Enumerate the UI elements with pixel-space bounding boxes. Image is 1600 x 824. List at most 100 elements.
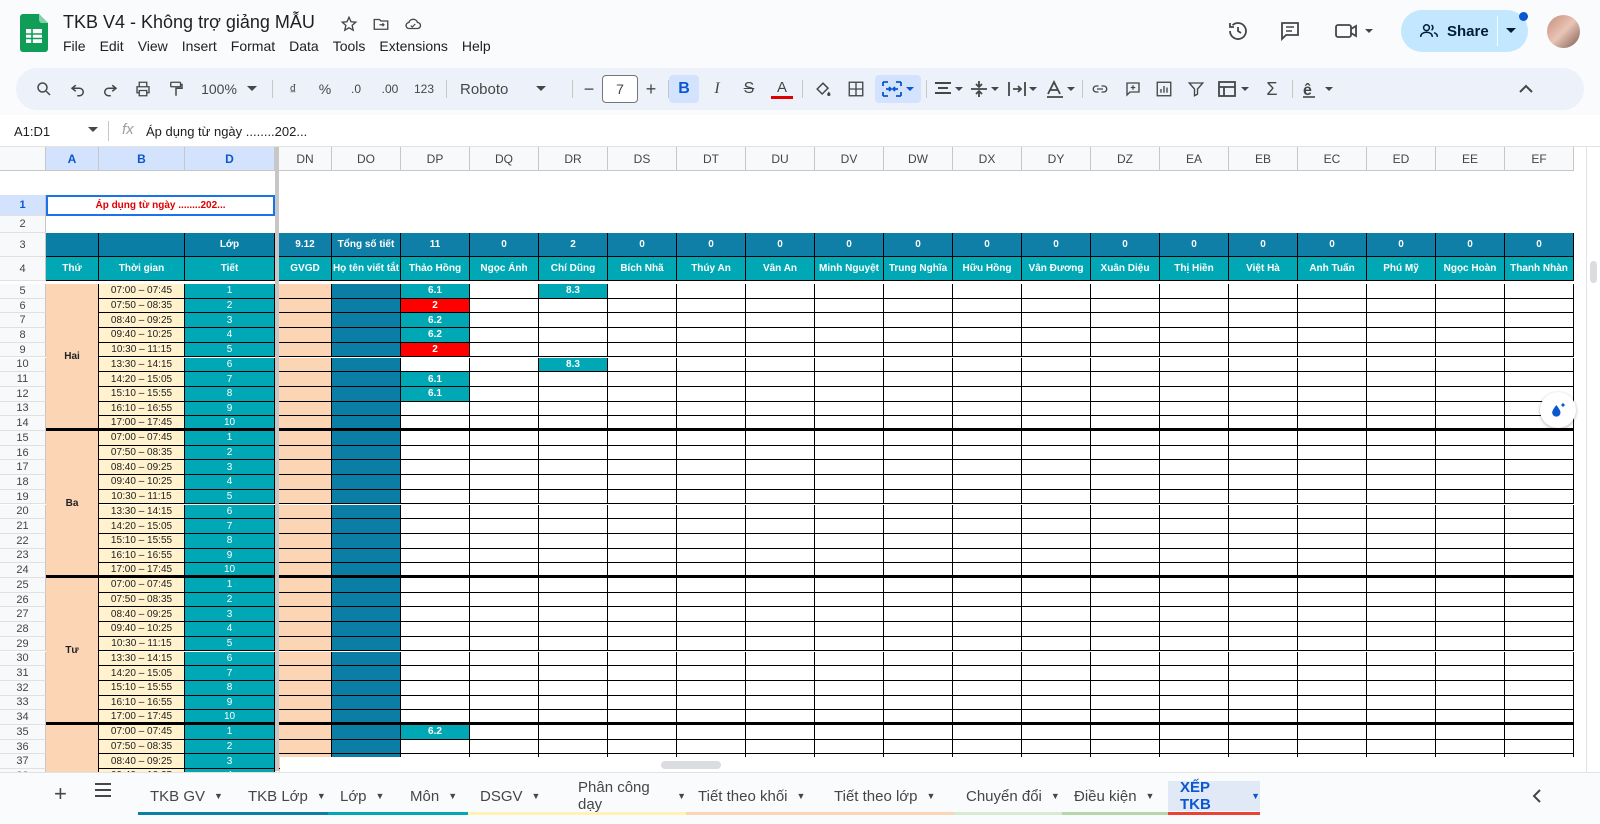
schedule-cell[interactable]	[815, 401, 884, 417]
column-header-EA[interactable]: EA	[1160, 147, 1229, 171]
schedule-cell[interactable]	[884, 489, 953, 505]
schedule-cell[interactable]	[539, 680, 608, 696]
period-total-EF[interactable]: 0	[1505, 233, 1574, 257]
teacher-header-EF[interactable]: Thanh Nhàn	[1505, 257, 1574, 281]
schedule-cell[interactable]	[1022, 739, 1091, 755]
schedule-cell[interactable]	[815, 504, 884, 520]
schedule-cell[interactable]	[1367, 622, 1436, 637]
column-header-DR[interactable]: DR	[539, 147, 608, 171]
schedule-cell[interactable]	[953, 666, 1022, 681]
time-cell[interactable]: 07:50 – 08:35	[99, 739, 185, 755]
schedule-cell[interactable]	[470, 313, 539, 329]
font-size-increase-button[interactable]: +	[640, 75, 662, 103]
period-cell[interactable]: 2	[185, 445, 275, 461]
schedule-cell[interactable]	[539, 636, 608, 652]
schedule-cell[interactable]	[746, 401, 815, 417]
schedule-cell[interactable]	[1436, 695, 1505, 711]
font-size-decrease-button[interactable]: −	[578, 75, 600, 103]
schedule-cell[interactable]	[1229, 328, 1298, 343]
gvgd-cell[interactable]	[279, 431, 332, 446]
period-total-DZ[interactable]: 0	[1091, 233, 1160, 257]
schedule-cell[interactable]	[677, 298, 746, 314]
period-total-EC[interactable]: 0	[1298, 233, 1367, 257]
row-header-34[interactable]: 34	[0, 710, 46, 725]
cloud-status-icon[interactable]	[402, 13, 424, 35]
schedule-cell[interactable]	[1436, 680, 1505, 696]
teacher-header-DX[interactable]: Hữu Hồng	[953, 257, 1022, 281]
schedule-cell[interactable]	[539, 416, 608, 431]
schedule-cell[interactable]	[1298, 445, 1367, 461]
gvgd-cell[interactable]	[279, 298, 332, 314]
schedule-cell[interactable]	[470, 284, 539, 299]
schedule-cell[interactable]	[1022, 592, 1091, 608]
italic-icon[interactable]: I	[703, 75, 731, 103]
period-cell[interactable]: 10	[185, 710, 275, 725]
formula-input[interactable]: Áp dụng từ ngày ........202...	[146, 124, 307, 139]
period-cell[interactable]: 6	[185, 357, 275, 373]
schedule-cell[interactable]	[1091, 666, 1160, 681]
schedule-cell[interactable]	[1160, 313, 1229, 329]
schedule-cell[interactable]	[1436, 431, 1505, 446]
schedule-cell[interactable]	[677, 680, 746, 696]
schedule-cell[interactable]	[1022, 284, 1091, 299]
sheet-tab-11[interactable]: XẾP TKB ▼	[1168, 779, 1260, 815]
period-cell[interactable]: 9	[185, 548, 275, 564]
schedule-cell[interactable]	[1091, 298, 1160, 314]
schedule-cell[interactable]	[1436, 386, 1505, 402]
schedule-cell[interactable]	[1367, 710, 1436, 725]
schedule-cell[interactable]	[953, 578, 1022, 593]
schedule-cell[interactable]	[815, 607, 884, 623]
row-header-30[interactable]: 30	[0, 651, 46, 667]
increase-decimal-button[interactable]: .00	[376, 75, 404, 103]
teacher-header-DS[interactable]: Bích Nhã	[608, 257, 677, 281]
schedule-cell[interactable]	[1298, 592, 1367, 608]
schedule-cell[interactable]	[1505, 342, 1574, 358]
schedule-cell[interactable]	[1022, 695, 1091, 711]
schedule-cell[interactable]	[1298, 548, 1367, 564]
period-total-DY[interactable]: 0	[1022, 233, 1091, 257]
period-cell[interactable]: 8	[185, 680, 275, 696]
short-name-cell[interactable]	[332, 401, 401, 417]
schedule-cell[interactable]	[401, 563, 470, 578]
schedule-cell[interactable]	[1160, 725, 1229, 740]
schedule-cell[interactable]	[884, 680, 953, 696]
schedule-cell[interactable]	[953, 401, 1022, 417]
row-header-6[interactable]: 6	[0, 298, 46, 314]
gvgd-cell[interactable]	[279, 357, 332, 373]
schedule-cell[interactable]	[1367, 386, 1436, 402]
schedule-cell[interactable]	[953, 445, 1022, 461]
schedule-cell[interactable]	[401, 416, 470, 431]
schedule-cell[interactable]	[1229, 519, 1298, 534]
schedule-cell[interactable]	[1436, 533, 1505, 549]
schedule-cell[interactable]	[1436, 607, 1505, 623]
schedule-cell[interactable]	[608, 342, 677, 358]
sheet-tab-9[interactable]: Chuyển đổi ▼	[954, 781, 1062, 815]
period-cell[interactable]: 4	[185, 475, 275, 490]
schedule-cell[interactable]	[470, 533, 539, 549]
schedule-cell[interactable]	[677, 710, 746, 725]
schedule-cell[interactable]	[1505, 519, 1574, 534]
short-name-cell[interactable]	[332, 298, 401, 314]
schedule-cell[interactable]	[401, 504, 470, 520]
row-header-5[interactable]: 5	[0, 284, 46, 299]
schedule-cell[interactable]	[401, 666, 470, 681]
schedule-cell[interactable]	[1022, 504, 1091, 520]
row-header-12[interactable]: 12	[0, 386, 46, 402]
gvgd-cell[interactable]	[279, 416, 332, 431]
schedule-cell[interactable]	[884, 342, 953, 358]
schedule-cell[interactable]	[470, 431, 539, 446]
schedule-cell[interactable]	[953, 739, 1022, 755]
short-name-cell[interactable]	[332, 519, 401, 534]
schedule-cell[interactable]	[1505, 592, 1574, 608]
menu-format[interactable]: Format	[224, 38, 282, 54]
menu-data[interactable]: Data	[282, 38, 326, 54]
schedule-cell[interactable]	[1505, 431, 1574, 446]
insert-comment-icon[interactable]	[1119, 75, 1147, 103]
schedule-cell[interactable]	[953, 519, 1022, 534]
schedule-cell[interactable]	[746, 416, 815, 431]
schedule-cell[interactable]	[1436, 519, 1505, 534]
schedule-cell[interactable]	[470, 592, 539, 608]
schedule-cell[interactable]	[608, 695, 677, 711]
schedule-cell[interactable]	[746, 533, 815, 549]
schedule-cell[interactable]	[1505, 533, 1574, 549]
